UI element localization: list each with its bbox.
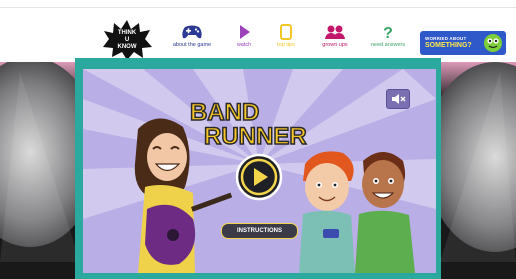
top-divider <box>0 7 516 8</box>
speaker-muted-icon <box>392 94 406 104</box>
sound-toggle-button[interactable] <box>386 89 410 109</box>
title-line1: BAND <box>190 99 259 126</box>
nav-label: grown ups <box>322 42 348 48</box>
svg-text:KNOW: KNOW <box>118 44 137 50</box>
svg-text:THINK: THINK <box>118 30 137 36</box>
worried-line2: SOMETHING? <box>425 42 472 49</box>
nav-need-answers[interactable]: ? need answers <box>358 24 418 54</box>
svg-text:U: U <box>125 37 129 43</box>
people-icon <box>325 25 345 39</box>
worried-about-something-button[interactable]: WORRIED ABOUT SOMETHING? <box>420 31 506 55</box>
gamepad-icon <box>182 25 202 39</box>
worried-line1: WORRIED ABOUT <box>425 36 467 41</box>
top-navigation-bar: THINK U KNOW about the game watch top ti… <box>0 0 516 62</box>
nav-about-the-game[interactable]: about the game <box>162 24 222 54</box>
phone-icon <box>280 24 292 40</box>
game-canvas[interactable]: BAND RUNNER INSTRUCTIONS <box>83 69 436 273</box>
monster-mascot-icon <box>484 34 502 52</box>
instructions-button[interactable]: INSTRUCTIONS <box>221 223 298 239</box>
nav-label: need answers <box>370 42 406 48</box>
play-button[interactable] <box>235 153 283 201</box>
thinkuknow-logo[interactable]: THINK U KNOW <box>99 17 155 61</box>
question-mark-icon: ? <box>383 25 393 40</box>
svg-text:?: ? <box>383 25 393 40</box>
play-triangle-icon <box>240 25 250 39</box>
nav-grown-ups[interactable]: grown ups <box>305 24 365 54</box>
play-circle-icon <box>235 153 283 201</box>
nav-label: about the game <box>172 42 212 48</box>
game-title-logo: BAND RUNNER <box>189 98 307 146</box>
title-line2: RUNNER <box>204 123 307 146</box>
